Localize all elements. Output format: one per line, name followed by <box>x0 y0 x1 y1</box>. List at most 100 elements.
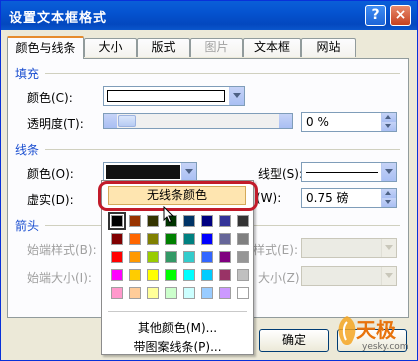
transparency-slider[interactable] <box>103 113 293 129</box>
line-divider <box>45 149 400 150</box>
color-swatch[interactable] <box>219 215 231 227</box>
color-swatch[interactable] <box>201 251 213 263</box>
color-swatch[interactable] <box>147 287 159 299</box>
weight-input[interactable]: 0.75 磅 <box>301 188 397 208</box>
close-button[interactable]: × <box>390 5 411 26</box>
spinner[interactable] <box>381 113 396 131</box>
color-swatch[interactable] <box>147 233 159 245</box>
ok-button[interactable]: 确定 <box>259 329 329 352</box>
color-swatch[interactable] <box>183 215 195 227</box>
transparency-value: 0 % <box>306 115 329 129</box>
color-swatch[interactable] <box>237 233 249 245</box>
highlight-annotation <box>98 181 258 211</box>
slider-thumb[interactable] <box>118 115 136 127</box>
weight-label: (W): <box>256 191 282 205</box>
spin-down-icon[interactable] <box>381 198 396 207</box>
spin-up-icon[interactable] <box>381 113 396 122</box>
color-swatch[interactable] <box>183 251 195 263</box>
end-style-label: 样式(E): <box>253 243 298 257</box>
color-swatch[interactable] <box>147 215 159 227</box>
spinner[interactable] <box>381 189 396 207</box>
color-swatch[interactable] <box>219 287 231 299</box>
color-swatch[interactable] <box>147 251 159 263</box>
begin-style-label: 始端样式(B): <box>27 243 97 257</box>
color-swatch[interactable] <box>201 233 213 245</box>
line-section-label: 线条 <box>15 143 40 157</box>
chevron-down-icon[interactable] <box>229 87 244 105</box>
color-swatch[interactable] <box>237 251 249 263</box>
chevron-down-icon <box>381 239 396 257</box>
fill-color-swatch <box>107 90 225 102</box>
tab-web[interactable]: 网站 <box>301 38 356 57</box>
mouse-cursor-icon <box>163 206 175 224</box>
chevron-down-icon[interactable] <box>381 163 396 181</box>
tab-layout[interactable]: 版式 <box>137 38 190 57</box>
color-swatch[interactable] <box>129 269 141 281</box>
color-swatch[interactable] <box>183 233 195 245</box>
color-swatch[interactable] <box>129 233 141 245</box>
help-button[interactable]: ? <box>365 5 386 26</box>
arrows-section-label: 箭头 <box>15 219 40 233</box>
color-swatch[interactable] <box>111 233 123 245</box>
popup-divider <box>108 311 247 312</box>
tab-picture: 图片 <box>190 38 243 57</box>
slider-right-arrow-icon[interactable] <box>279 114 292 128</box>
color-swatch[interactable] <box>237 215 249 227</box>
fill-divider <box>45 73 400 74</box>
color-swatch[interactable] <box>201 215 213 227</box>
color-swatch[interactable] <box>219 269 231 281</box>
line-color-swatch <box>106 165 180 179</box>
spin-down-icon[interactable] <box>381 122 396 131</box>
title-bar: 设置文本框格式 ? × <box>1 1 417 30</box>
end-style-dropdown <box>301 238 397 258</box>
watermark: 天极 yesky.com <box>334 310 409 353</box>
line-color-dropdown[interactable] <box>103 162 197 182</box>
color-swatch[interactable] <box>111 269 123 281</box>
dialog-title: 设置文本框格式 <box>9 11 108 26</box>
color-swatch[interactable] <box>108 212 126 230</box>
line-color-label: 颜色(O): <box>27 167 74 181</box>
color-swatch[interactable] <box>183 269 195 281</box>
line-style-dropdown[interactable] <box>301 162 397 182</box>
color-swatch[interactable] <box>237 269 249 281</box>
color-swatch[interactable] <box>111 251 123 263</box>
tab-size[interactable]: 大小 <box>84 38 137 57</box>
color-swatch[interactable] <box>201 287 213 299</box>
color-swatch[interactable] <box>129 287 141 299</box>
fill-color-label: 颜色(C): <box>27 91 73 105</box>
color-swatch[interactable] <box>165 269 177 281</box>
color-swatch[interactable] <box>237 287 249 299</box>
fill-section-label: 填充 <box>15 67 40 81</box>
watermark-site: yesky.com <box>362 342 409 352</box>
dash-label: 虚实(D): <box>27 193 74 207</box>
transparency-label: 透明度(T): <box>27 117 84 131</box>
line-style-label: 线型(S): <box>258 167 304 181</box>
begin-size-label: 始端大小(I): <box>27 271 92 285</box>
color-swatch[interactable] <box>219 233 231 245</box>
slider-left-arrow-icon[interactable] <box>104 114 117 128</box>
pattern-lines-item[interactable]: 带图案线条(P)... <box>102 338 253 355</box>
watermark-brand: 天极 <box>356 318 396 342</box>
spin-up-icon[interactable] <box>381 189 396 198</box>
line-style-preview <box>306 172 378 173</box>
transparency-input[interactable]: 0 % <box>301 112 397 132</box>
fill-color-dropdown[interactable] <box>103 86 245 106</box>
color-swatch[interactable] <box>165 251 177 263</box>
color-swatch[interactable] <box>129 215 141 227</box>
more-colors-item[interactable]: 其他颜色(M)... <box>102 319 253 336</box>
color-swatch[interactable] <box>165 287 177 299</box>
color-swatch[interactable] <box>165 233 177 245</box>
end-size-dropdown <box>301 266 397 286</box>
weight-value: 0.75 磅 <box>306 191 349 205</box>
color-swatch[interactable] <box>219 251 231 263</box>
tab-textbox[interactable]: 文本框 <box>243 38 301 57</box>
chevron-down-icon <box>381 267 396 285</box>
color-swatch[interactable] <box>183 287 195 299</box>
color-swatch[interactable] <box>201 269 213 281</box>
color-swatch[interactable] <box>129 251 141 263</box>
end-size-label: 大小(Z): <box>258 271 304 285</box>
chevron-down-icon[interactable] <box>181 163 196 181</box>
color-swatch[interactable] <box>147 269 159 281</box>
tab-colors-lines[interactable]: 颜色与线条 <box>7 36 84 59</box>
color-swatch[interactable] <box>111 287 123 299</box>
